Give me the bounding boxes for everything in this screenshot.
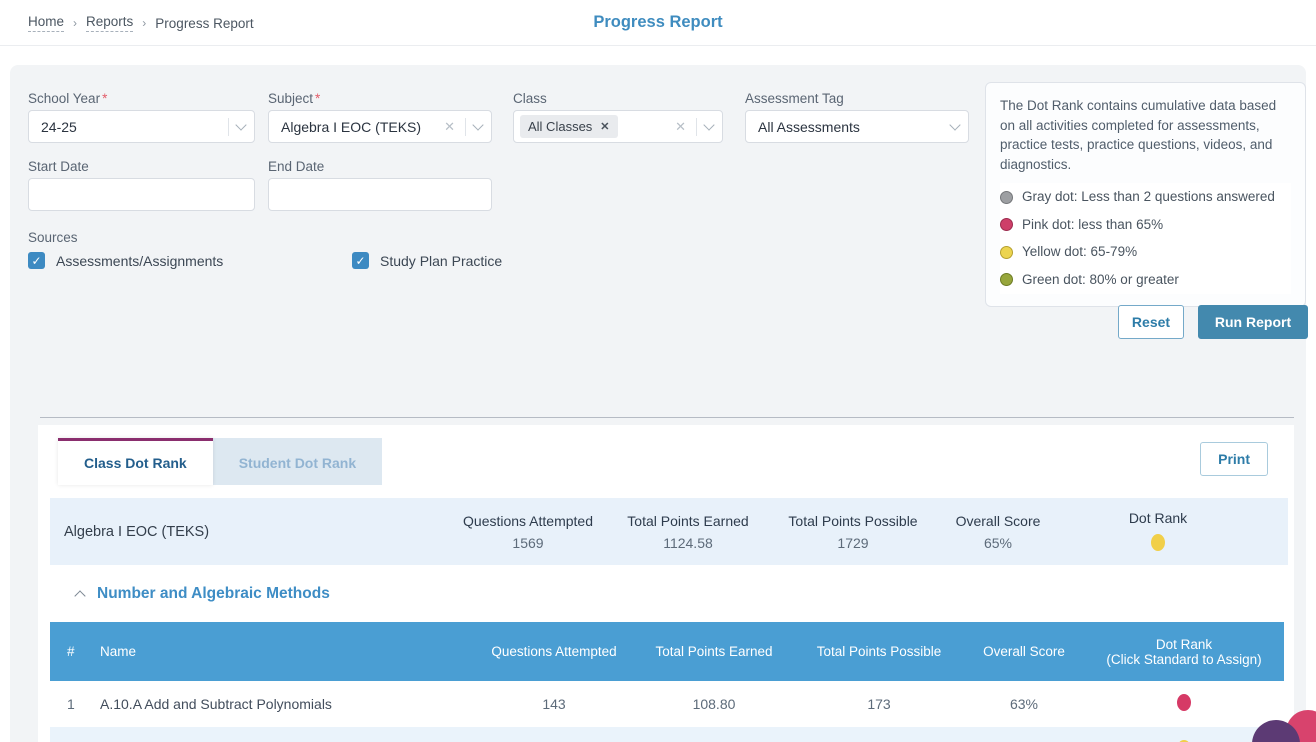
source-checkbox-label: Assessments/Assignments [56,253,223,269]
col-points-earned: Total Points Earned [634,622,794,681]
standard-name-link[interactable]: A.10.B Multiply Polynomials [94,727,474,742]
assessment-tag-select[interactable]: All Assessments [745,110,969,143]
subject-select[interactable]: Algebra I EOC (TEKS) ✕ [268,110,492,143]
source-checkbox-label: Study Plan Practice [380,253,502,269]
end-date-input[interactable] [268,178,492,211]
legend-label: Gray dot: Less than 2 questions answered [1022,187,1275,207]
summary-row: Algebra I EOC (TEKS) Questions Attempted… [50,498,1288,565]
school-year-value: 24-25 [41,119,220,135]
section-header[interactable]: Number and Algebraic Methods [76,585,330,603]
class-chip-label: All Classes [528,119,592,134]
standards-table: # Name Questions Attempted Total Points … [50,622,1284,742]
subject-label: Subject* [268,91,320,106]
row-number: 1 [50,681,94,727]
table-row: 1 A.10.A Add and Subtract Polynomials 14… [50,681,1284,727]
standard-name-link[interactable]: A.10.A Add and Subtract Polynomials [94,681,474,727]
legend-item: Green dot: 80% or greater [1000,266,1291,294]
run-report-button[interactable]: Run Report [1198,305,1308,339]
overall-score-cell: 74% [964,727,1084,742]
points-earned-cell: 98 [634,727,794,742]
legend-item: Pink dot: less than 65% [1000,211,1291,239]
points-possible-cell: 133 [794,727,964,742]
filters-panel: School Year* 24-25 Subject* Algebra I EO… [10,65,1306,742]
report-card: Class Dot Rank Student Dot Rank Print Al… [38,425,1294,742]
source-checkbox[interactable]: ✓ [352,252,369,269]
chevron-down-icon[interactable] [703,119,714,130]
table-header: # Name Questions Attempted Total Points … [50,622,1284,681]
chevron-down-icon[interactable] [472,119,483,130]
source-option: ✓ Study Plan Practice [352,252,502,269]
divider [40,417,1294,418]
dot-rank-info-panel: The Dot Rank contains cumulative data ba… [985,82,1306,307]
dot-rank-legend: Gray dot: Less than 2 questions answered… [1000,183,1291,293]
chevron-down-icon[interactable] [235,119,246,130]
school-year-select[interactable]: 24-25 [28,110,255,143]
col-name: Name [94,622,474,681]
legend-label: Green dot: 80% or greater [1022,270,1179,290]
points-earned-cell: 108.80 [634,681,794,727]
chip-remove-icon[interactable]: ✕ [600,120,609,133]
start-date-input[interactable] [28,178,255,211]
subject-value: Algebra I EOC (TEKS) [281,119,444,135]
summary-questions-attempted: Questions Attempted 1569 [448,513,608,551]
legend-dot-icon [1000,246,1013,259]
row-number: 2 [50,727,94,742]
summary-dot-icon [1151,534,1165,551]
questions-attempted-cell: 133 [474,727,634,742]
dot-rank-description: The Dot Rank contains cumulative data ba… [1000,96,1291,174]
legend-label: Yellow dot: 65-79% [1022,242,1137,262]
tab-class-dot-rank[interactable]: Class Dot Rank [58,438,213,485]
summary-points-possible: Total Points Possible 1729 [768,513,938,551]
summary-subject-name: Algebra I EOC (TEKS) [50,524,448,540]
assessment-tag-label: Assessment Tag [745,91,844,106]
source-checkbox[interactable]: ✓ [28,252,45,269]
divider [465,118,466,136]
legend-dot-icon [1000,273,1013,286]
school-year-label: School Year* [28,91,107,106]
col-number: # [50,622,94,681]
clear-icon[interactable]: ✕ [444,119,455,135]
clear-icon[interactable]: ✕ [675,119,686,135]
page-title: Progress Report [0,13,1316,32]
col-overall-score: Overall Score [964,622,1084,681]
reset-button[interactable]: Reset [1118,305,1184,339]
points-possible-cell: 173 [794,681,964,727]
class-select[interactable]: All Classes ✕ ✕ [513,110,723,143]
help-widget[interactable] [1226,672,1316,742]
legend-item: Gray dot: Less than 2 questions answered [1000,183,1291,211]
tab-student-dot-rank[interactable]: Student Dot Rank [213,438,382,485]
start-date-label: Start Date [28,159,89,174]
end-date-label: End Date [268,159,324,174]
print-button[interactable]: Print [1200,442,1268,476]
divider [228,118,229,136]
divider [696,118,697,136]
table-body: 1 A.10.A Add and Subtract Polynomials 14… [50,681,1284,742]
summary-overall-score: Overall Score 65% [938,513,1058,551]
overall-score-cell: 63% [964,681,1084,727]
assessment-tag-value: All Assessments [758,119,951,135]
standards-table-wrap: # Name Questions Attempted Total Points … [50,622,1284,742]
dot-rank-icon [1177,694,1191,711]
source-option: ✓ Assessments/Assignments [28,252,223,269]
table-row: 2 A.10.B Multiply Polynomials 133 98 133… [50,727,1284,742]
col-points-possible: Total Points Possible [794,622,964,681]
summary-points-earned: Total Points Earned 1124.58 [608,513,768,551]
summary-dot-rank: Dot Rank [1058,510,1258,554]
class-chip[interactable]: All Classes ✕ [520,115,618,138]
collapse-chevron-icon[interactable] [74,590,85,601]
legend-item: Yellow dot: 65-79% [1000,238,1291,266]
sources-label: Sources [28,230,78,245]
legend-dot-icon [1000,218,1013,231]
class-label: Class [513,91,547,106]
legend-dot-icon [1000,191,1013,204]
legend-label: Pink dot: less than 65% [1022,215,1163,235]
tab-bar: Class Dot Rank Student Dot Rank [58,438,382,485]
section-title: Number and Algebraic Methods [97,585,330,603]
chevron-down-icon[interactable] [949,119,960,130]
col-questions-attempted: Questions Attempted [474,622,634,681]
questions-attempted-cell: 143 [474,681,634,727]
top-bar: Home › Reports › Progress Report Progres… [0,0,1316,46]
